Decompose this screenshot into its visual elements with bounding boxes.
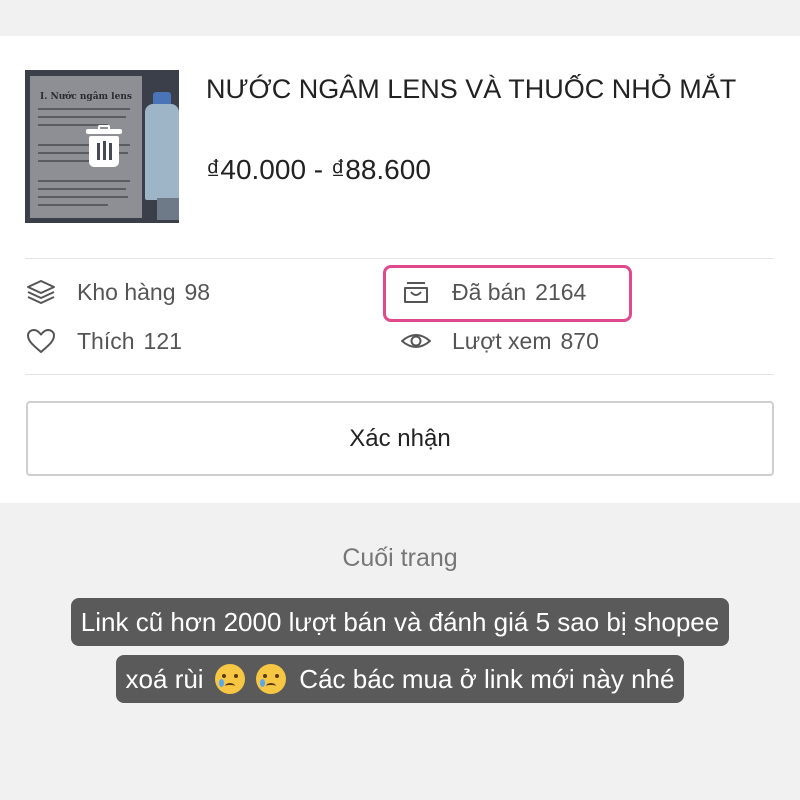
likes-value: 121 — [143, 327, 182, 354]
caption-line-2-suffix: Các bác mua ở link mới này nhé — [299, 664, 675, 694]
bag-icon — [400, 278, 432, 306]
thumbnail-text-line — [38, 108, 130, 110]
box-image — [157, 198, 179, 220]
views-stat: Lượt xem 870 — [400, 327, 599, 355]
crying-face-icon — [256, 664, 287, 694]
eye-icon — [400, 327, 432, 355]
stock-stat: Kho hàng 98 — [25, 278, 210, 306]
thumbnail-text-line — [38, 204, 108, 206]
sold-value: 2164 — [535, 278, 587, 305]
sold-stat: Đã bán 2164 — [400, 278, 586, 306]
divider — [25, 258, 774, 259]
thumbnail-text-line — [38, 188, 126, 190]
confirm-button[interactable]: Xác nhận — [26, 401, 774, 476]
delete-icon[interactable] — [86, 125, 122, 167]
thumbnail-text-line — [38, 116, 126, 118]
caption-line-2-wrapper: xoá rùi Các bác mua ở link mới này nhé — [0, 655, 800, 703]
likes-label: Thích — [77, 327, 135, 354]
top-gap — [0, 0, 800, 36]
caption-line-2: xoá rùi Các bác mua ở link mới này nhé — [115, 655, 685, 703]
caption-line-1-wrapper: Link cũ hơn 2000 lượt bán và đánh giá 5 … — [0, 598, 800, 646]
divider — [25, 374, 774, 375]
stock-label: Kho hàng — [77, 278, 176, 305]
views-value: 870 — [560, 327, 599, 354]
thumbnail-text-line — [38, 180, 130, 182]
layers-icon — [25, 278, 57, 306]
caption-line-1: Link cũ hơn 2000 lượt bán và đánh giá 5 … — [70, 598, 730, 646]
bottle-image — [145, 104, 179, 200]
price-range: ₫40.000 - ₫88.600 — [206, 154, 431, 185]
end-of-page-label: Cuối trang — [342, 544, 458, 572]
caption-line-2-prefix: xoá rùi — [125, 664, 204, 694]
sold-label: Đã bán — [452, 278, 527, 305]
product-title: NƯỚC NGÂM LENS VÀ THUỐC NHỎ MẮT — [206, 74, 737, 104]
heart-icon — [25, 327, 57, 355]
likes-stat: Thích 121 — [25, 327, 182, 355]
thumbnail-title: I. Nước ngâm lens — [40, 92, 132, 102]
crying-face-icon — [214, 664, 245, 694]
views-label: Lượt xem — [452, 327, 552, 354]
stock-value: 98 — [184, 278, 211, 305]
thumbnail-text-line — [38, 196, 128, 198]
